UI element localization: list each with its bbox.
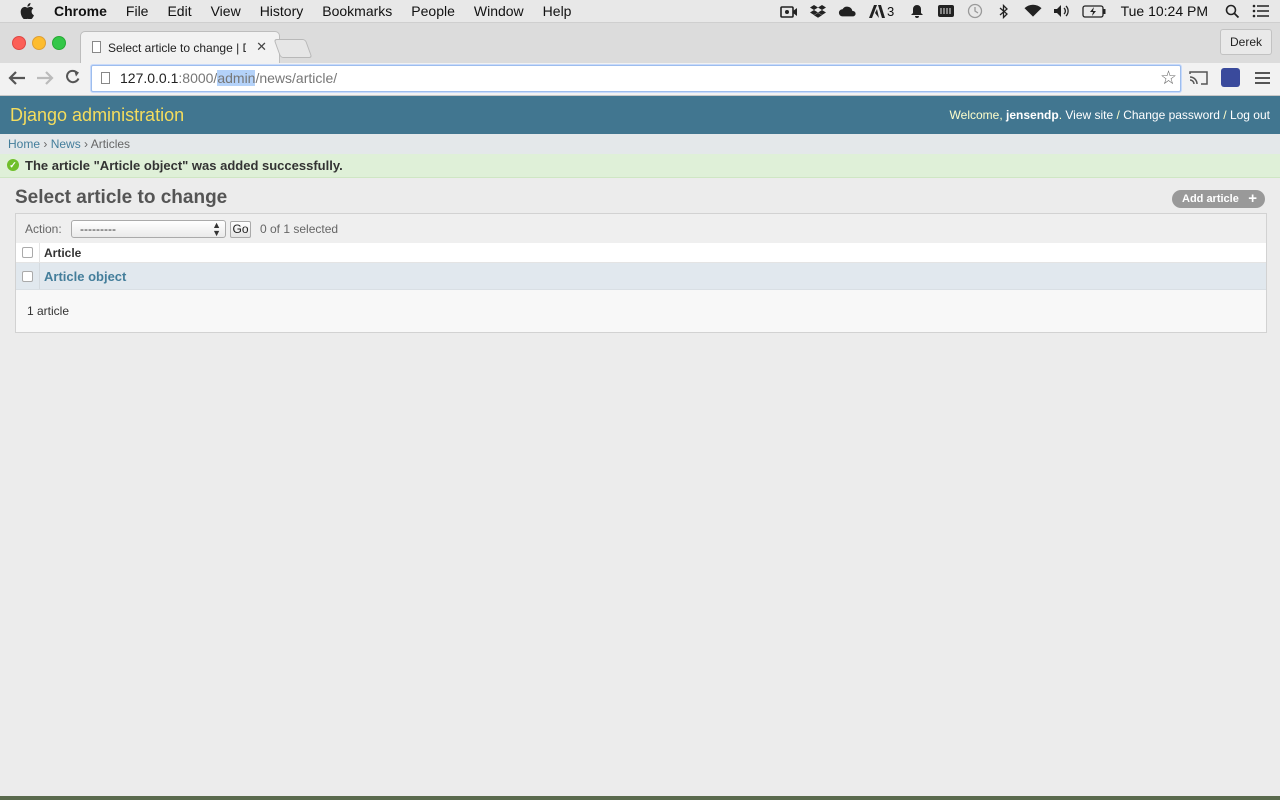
menu-help[interactable]: Help — [543, 3, 572, 19]
window-close-button[interactable] — [12, 36, 26, 50]
desktop-edge — [0, 796, 1280, 800]
browser-tabstrip: Select article to change | D ✕ Derek — [0, 23, 1280, 64]
success-check-icon: ✓ — [7, 159, 19, 171]
go-button[interactable]: Go — [230, 221, 251, 238]
selected-count: 0 of 1 selected — [260, 222, 339, 236]
tab-close-icon[interactable]: ✕ — [256, 39, 267, 55]
add-article-label: Add article — [1182, 193, 1239, 205]
window-zoom-button[interactable] — [52, 36, 66, 50]
admin-header: Django administration Welcome, jensendp.… — [0, 96, 1280, 134]
select-arrows-icon: ▲ ▼ — [212, 220, 221, 238]
dropbox-icon[interactable] — [809, 4, 827, 18]
menu-file[interactable]: File — [126, 3, 149, 19]
window-minimize-button[interactable] — [32, 36, 46, 50]
menu-view[interactable]: View — [211, 3, 241, 19]
menu-bookmarks[interactable]: Bookmarks — [322, 3, 392, 19]
apple-menu-icon[interactable] — [20, 3, 34, 19]
wifi-icon[interactable] — [1024, 4, 1042, 18]
time-machine-icon[interactable] — [966, 3, 984, 19]
menu-chrome[interactable]: Chrome — [54, 3, 107, 19]
site-brand[interactable]: Django administration — [10, 105, 184, 126]
action-label: Action: — [25, 222, 62, 236]
plus-icon: + — [1248, 190, 1257, 207]
new-tab-button[interactable] — [273, 39, 313, 58]
breadcrumb: Home › News › Articles — [0, 134, 1280, 154]
table-row: Article object — [16, 263, 1266, 290]
adobe-icon[interactable]: 3 — [867, 3, 897, 19]
notification-bell-icon[interactable] — [908, 4, 926, 18]
menu-history[interactable]: History — [260, 3, 304, 19]
column-divider — [39, 263, 40, 289]
url-path: /news/article/ — [255, 70, 338, 86]
success-message-text: The article "Article object" was added s… — [25, 158, 343, 173]
bookmark-star-icon[interactable]: ☆ — [1160, 67, 1177, 90]
success-message: ✓ The article "Article object" was added… — [0, 154, 1280, 178]
logout-link[interactable]: Log out — [1230, 108, 1270, 122]
profile-button[interactable]: Derek — [1219, 29, 1272, 55]
forward-arrow-icon[interactable] — [36, 70, 54, 86]
row-checkbox[interactable] — [22, 271, 33, 282]
url-host: 127.0.0.1 — [120, 70, 179, 86]
menu-people[interactable]: People — [411, 3, 455, 19]
notification-center-icon[interactable] — [1252, 4, 1270, 18]
action-select-value: --------- — [80, 222, 116, 236]
extension-icon[interactable] — [1221, 68, 1240, 87]
menu-edit[interactable]: Edit — [167, 3, 191, 19]
article-object-link[interactable]: Article object — [44, 269, 126, 284]
address-bar[interactable]: 127.0.0.1:8000/admin/news/article/ ☆ — [91, 65, 1181, 92]
add-article-button[interactable]: Add article + — [1172, 190, 1265, 208]
breadcrumb-articles: Articles — [90, 137, 131, 151]
macos-menubar: Chrome File Edit View History Bookmarks … — [0, 0, 1280, 23]
actions-bar: Action: --------- ▲ ▼ Go 0 of 1 selected — [16, 214, 1266, 244]
chrome-menu-icon[interactable] — [1255, 71, 1270, 85]
welcome-text: Welcome, — [949, 108, 1007, 122]
column-divider — [39, 243, 40, 262]
column-header-article[interactable]: Article — [44, 246, 81, 260]
table-header: Article — [16, 243, 1266, 263]
tab-title: Select article to change | D — [108, 41, 246, 55]
spotlight-icon[interactable] — [1223, 4, 1241, 18]
page-info-icon[interactable] — [101, 72, 110, 84]
address-url: 127.0.0.1:8000/admin/news/article/ — [120, 70, 337, 86]
username: jensendp — [1006, 108, 1059, 122]
adobe-badge: 3 — [886, 3, 895, 19]
back-arrow-icon[interactable] — [8, 70, 26, 86]
user-tools: Welcome, jensendp. View site / Change pa… — [949, 108, 1270, 122]
volume-icon[interactable] — [1053, 4, 1071, 18]
page-title: Select article to change — [15, 187, 228, 208]
menu-window[interactable]: Window — [474, 3, 524, 19]
keyboard-icon[interactable] — [937, 4, 955, 18]
separator: / — [1113, 108, 1124, 122]
breadcrumb-separator: › — [80, 137, 91, 151]
changelist: Action: --------- ▲ ▼ Go 0 of 1 selected … — [15, 213, 1267, 333]
url-port: :8000/ — [178, 70, 218, 86]
paginator: 1 article — [27, 304, 70, 318]
separator: / — [1219, 108, 1230, 122]
battery-icon[interactable] — [1081, 4, 1106, 18]
change-password-link[interactable]: Change password — [1123, 108, 1220, 122]
action-select[interactable]: --------- ▲ ▼ — [71, 220, 226, 238]
browser-toolbar: 127.0.0.1:8000/admin/news/article/ ☆ — [0, 63, 1280, 96]
select-all-checkbox[interactable] — [22, 247, 33, 258]
menubar-clock[interactable]: Tue 10:24 PM — [1121, 3, 1208, 19]
breadcrumb-separator: › — [40, 137, 51, 151]
view-site-link[interactable]: View site — [1065, 108, 1113, 122]
cloud-icon[interactable] — [838, 4, 856, 18]
breadcrumb-home[interactable]: Home — [8, 137, 40, 151]
reload-icon[interactable] — [65, 69, 81, 86]
cast-icon[interactable] — [1189, 70, 1209, 85]
breadcrumb-news[interactable]: News — [51, 137, 81, 151]
bluetooth-icon[interactable] — [995, 3, 1013, 19]
url-selected-text: admin — [217, 70, 256, 86]
page-favicon-icon — [92, 41, 101, 53]
video-icon[interactable] — [779, 4, 798, 18]
menubar-status-area: 3 Tue 10:24 PM — [779, 0, 1270, 22]
browser-tab-active[interactable]: Select article to change | D ✕ — [80, 31, 280, 64]
